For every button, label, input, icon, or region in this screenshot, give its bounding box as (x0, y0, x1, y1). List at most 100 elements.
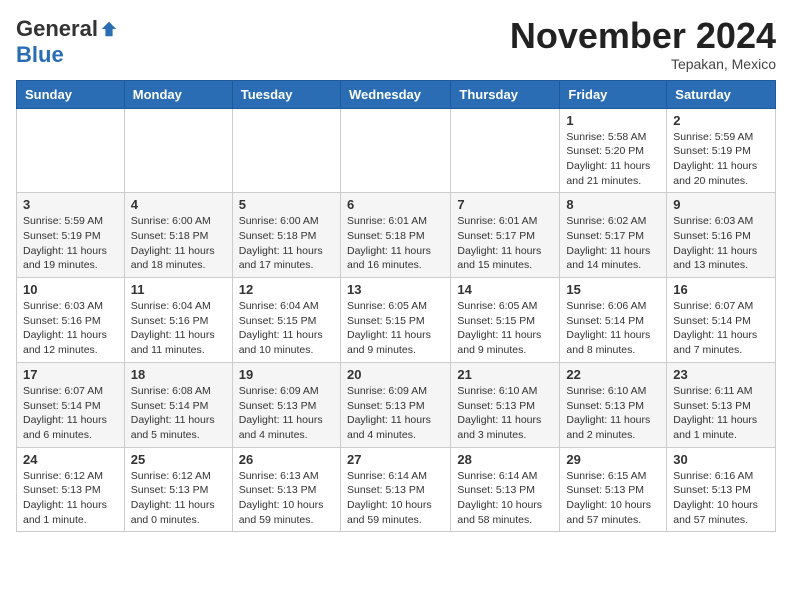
day-info: Sunrise: 6:14 AM Sunset: 5:13 PM Dayligh… (457, 469, 553, 528)
day-number: 22 (566, 367, 660, 382)
calendar-cell: 15 Sunrise: 6:06 AM Sunset: 5:14 PM Dayli… (560, 278, 667, 363)
calendar-cell: 14 Sunrise: 6:05 AM Sunset: 5:15 PM Dayli… (451, 278, 560, 363)
calendar-cell: 28 Sunrise: 6:14 AM Sunset: 5:13 PM Dayli… (451, 447, 560, 532)
calendar-cell (232, 108, 340, 193)
day-info: Sunrise: 6:09 AM Sunset: 5:13 PM Dayligh… (239, 384, 334, 443)
day-info: Sunrise: 6:04 AM Sunset: 5:15 PM Dayligh… (239, 299, 334, 358)
calendar-week-1: 1 Sunrise: 5:58 AM Sunset: 5:20 PM Daylig… (17, 108, 776, 193)
calendar-cell (17, 108, 125, 193)
day-info: Sunrise: 6:04 AM Sunset: 5:16 PM Dayligh… (131, 299, 226, 358)
day-number: 10 (23, 282, 118, 297)
day-info: Sunrise: 6:05 AM Sunset: 5:15 PM Dayligh… (347, 299, 444, 358)
calendar-cell: 11 Sunrise: 6:04 AM Sunset: 5:16 PM Dayli… (124, 278, 232, 363)
calendar-cell: 12 Sunrise: 6:04 AM Sunset: 5:15 PM Dayli… (232, 278, 340, 363)
calendar-cell: 17 Sunrise: 6:07 AM Sunset: 5:14 PM Dayli… (17, 362, 125, 447)
calendar-cell (340, 108, 450, 193)
day-info: Sunrise: 6:06 AM Sunset: 5:14 PM Dayligh… (566, 299, 660, 358)
calendar-header-row: SundayMondayTuesdayWednesdayThursdayFrid… (17, 80, 776, 108)
day-info: Sunrise: 5:59 AM Sunset: 5:19 PM Dayligh… (23, 214, 118, 273)
day-info: Sunrise: 6:11 AM Sunset: 5:13 PM Dayligh… (673, 384, 769, 443)
calendar-cell: 29Sunrise: 6:15 AM Sunset: 5:13 PM Dayli… (560, 447, 667, 532)
day-number: 2 (673, 113, 769, 128)
page-header: General Blue November 2024 Tepakan, Mexi… (16, 16, 776, 72)
calendar-week-3: 10Sunrise: 6:03 AM Sunset: 5:16 PM Dayli… (17, 278, 776, 363)
calendar-cell (451, 108, 560, 193)
day-number: 30 (673, 452, 769, 467)
calendar-cell: 8 Sunrise: 6:02 AM Sunset: 5:17 PM Daylig… (560, 193, 667, 278)
logo-icon (100, 20, 118, 38)
calendar-cell: 23 Sunrise: 6:11 AM Sunset: 5:13 PM Dayli… (667, 362, 776, 447)
day-info: Sunrise: 6:10 AM Sunset: 5:13 PM Dayligh… (457, 384, 553, 443)
day-info: Sunrise: 5:58 AM Sunset: 5:20 PM Dayligh… (566, 130, 660, 189)
weekday-header-tuesday: Tuesday (232, 80, 340, 108)
weekday-header-wednesday: Wednesday (340, 80, 450, 108)
day-info: Sunrise: 6:00 AM Sunset: 5:18 PM Dayligh… (131, 214, 226, 273)
day-number: 17 (23, 367, 118, 382)
month-title: November 2024 (510, 16, 776, 56)
day-number: 15 (566, 282, 660, 297)
calendar-cell: 13 Sunrise: 6:05 AM Sunset: 5:15 PM Dayli… (340, 278, 450, 363)
calendar-cell: 20Sunrise: 6:09 AM Sunset: 5:13 PM Dayli… (340, 362, 450, 447)
day-info: Sunrise: 6:01 AM Sunset: 5:17 PM Dayligh… (457, 214, 553, 273)
calendar-cell: 27Sunrise: 6:14 AM Sunset: 5:13 PM Dayli… (340, 447, 450, 532)
calendar-cell: 22 Sunrise: 6:10 AM Sunset: 5:13 PM Dayli… (560, 362, 667, 447)
day-info: Sunrise: 6:01 AM Sunset: 5:18 PM Dayligh… (347, 214, 444, 273)
calendar-cell: 5Sunrise: 6:00 AM Sunset: 5:18 PM Daylig… (232, 193, 340, 278)
day-info: Sunrise: 6:07 AM Sunset: 5:14 PM Dayligh… (673, 299, 769, 358)
calendar-cell: 2 Sunrise: 5:59 AM Sunset: 5:19 PM Daylig… (667, 108, 776, 193)
day-info: Sunrise: 6:08 AM Sunset: 5:14 PM Dayligh… (131, 384, 226, 443)
day-number: 3 (23, 197, 118, 212)
day-number: 4 (131, 197, 226, 212)
calendar-week-4: 17 Sunrise: 6:07 AM Sunset: 5:14 PM Dayli… (17, 362, 776, 447)
day-info: Sunrise: 6:03 AM Sunset: 5:16 PM Dayligh… (673, 214, 769, 273)
weekday-header-saturday: Saturday (667, 80, 776, 108)
calendar-cell: 25 Sunrise: 6:12 AM Sunset: 5:13 PM Dayli… (124, 447, 232, 532)
title-block: November 2024 Tepakan, Mexico (510, 16, 776, 72)
calendar-table: SundayMondayTuesdayWednesdayThursdayFrid… (16, 80, 776, 533)
day-number: 25 (131, 452, 226, 467)
calendar-cell: 1 Sunrise: 5:58 AM Sunset: 5:20 PM Daylig… (560, 108, 667, 193)
day-number: 27 (347, 452, 444, 467)
day-info: Sunrise: 6:07 AM Sunset: 5:14 PM Dayligh… (23, 384, 118, 443)
day-number: 28 (457, 452, 553, 467)
calendar-week-5: 24 Sunrise: 6:12 AM Sunset: 5:13 PM Dayli… (17, 447, 776, 532)
day-info: Sunrise: 6:13 AM Sunset: 5:13 PM Dayligh… (239, 469, 334, 528)
day-number: 23 (673, 367, 769, 382)
location-subtitle: Tepakan, Mexico (510, 56, 776, 72)
day-number: 29 (566, 452, 660, 467)
calendar-cell: 26 Sunrise: 6:13 AM Sunset: 5:13 PM Dayli… (232, 447, 340, 532)
calendar-cell (124, 108, 232, 193)
day-number: 24 (23, 452, 118, 467)
day-info: Sunrise: 6:16 AM Sunset: 5:13 PM Dayligh… (673, 469, 769, 528)
day-number: 1 (566, 113, 660, 128)
day-info: Sunrise: 6:12 AM Sunset: 5:13 PM Dayligh… (131, 469, 226, 528)
logo: General Blue (16, 16, 118, 68)
day-info: Sunrise: 5:59 AM Sunset: 5:19 PM Dayligh… (673, 130, 769, 189)
calendar-cell: 10Sunrise: 6:03 AM Sunset: 5:16 PM Dayli… (17, 278, 125, 363)
weekday-header-friday: Friday (560, 80, 667, 108)
day-info: Sunrise: 6:10 AM Sunset: 5:13 PM Dayligh… (566, 384, 660, 443)
calendar-cell: 19Sunrise: 6:09 AM Sunset: 5:13 PM Dayli… (232, 362, 340, 447)
day-info: Sunrise: 6:05 AM Sunset: 5:15 PM Dayligh… (457, 299, 553, 358)
calendar-cell: 18Sunrise: 6:08 AM Sunset: 5:14 PM Dayli… (124, 362, 232, 447)
day-number: 16 (673, 282, 769, 297)
calendar-cell: 24Sunrise: 6:12 AM Sunset: 5:13 PM Dayli… (17, 447, 125, 532)
calendar-cell: 3 Sunrise: 5:59 AM Sunset: 5:19 PM Daylig… (17, 193, 125, 278)
day-number: 11 (131, 282, 226, 297)
day-number: 12 (239, 282, 334, 297)
day-info: Sunrise: 6:09 AM Sunset: 5:13 PM Dayligh… (347, 384, 444, 443)
weekday-header-sunday: Sunday (17, 80, 125, 108)
day-number: 8 (566, 197, 660, 212)
day-number: 26 (239, 452, 334, 467)
day-number: 7 (457, 197, 553, 212)
calendar-cell: 9 Sunrise: 6:03 AM Sunset: 5:16 PM Daylig… (667, 193, 776, 278)
day-info: Sunrise: 6:02 AM Sunset: 5:17 PM Dayligh… (566, 214, 660, 273)
logo-blue: Blue (16, 42, 64, 68)
day-number: 13 (347, 282, 444, 297)
logo-general: General (16, 16, 98, 42)
calendar-cell: 16 Sunrise: 6:07 AM Sunset: 5:14 PM Dayli… (667, 278, 776, 363)
day-info: Sunrise: 6:00 AM Sunset: 5:18 PM Dayligh… (239, 214, 334, 273)
day-number: 9 (673, 197, 769, 212)
day-number: 6 (347, 197, 444, 212)
day-number: 14 (457, 282, 553, 297)
